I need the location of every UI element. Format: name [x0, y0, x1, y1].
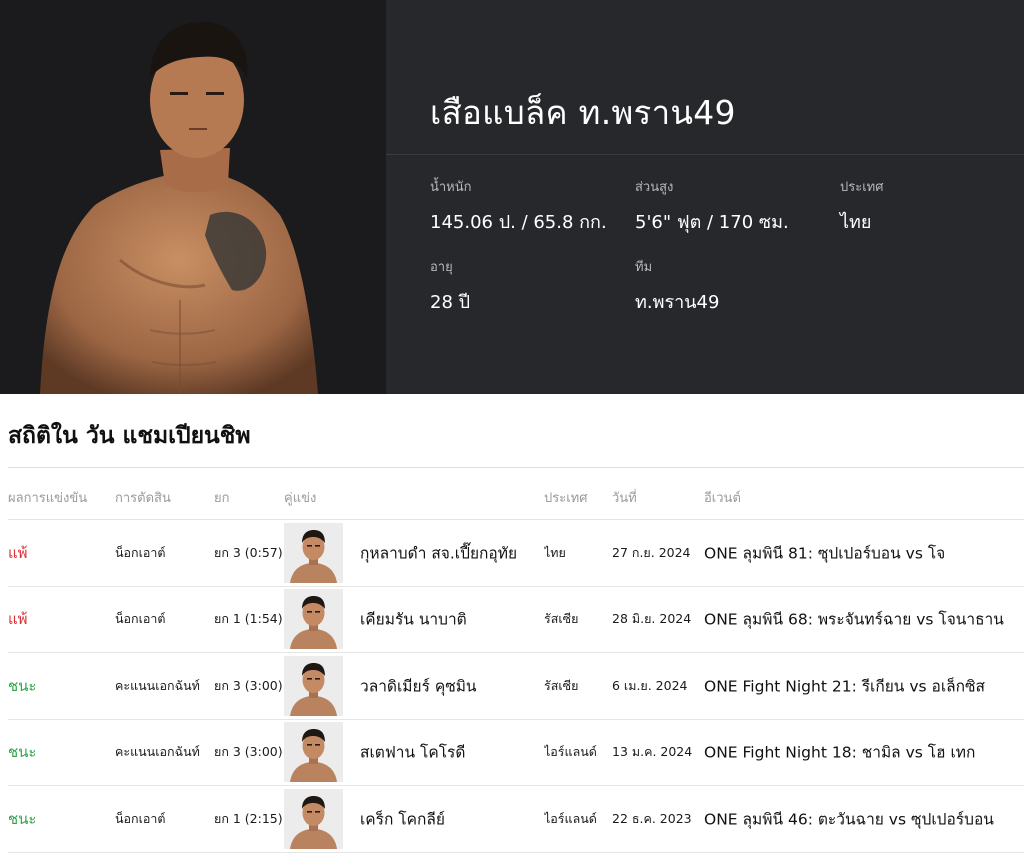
- country-cell: รัสเซีย: [544, 677, 579, 693]
- opponent-avatar-image: [284, 589, 343, 650]
- fight-record-table: ผลการแข่งขัน การตัดสิน ยก คู่แข่ง ประเทศ…: [8, 467, 1024, 853]
- country-cell: ไอร์แลนด์: [544, 744, 597, 760]
- date-cell: 28 มิ.ย. 2024: [612, 611, 692, 627]
- date-cell: 22 ธ.ค. 2023: [612, 810, 692, 826]
- table-row[interactable]: แพ้ น็อกเอาต์ ยก 1 (1:54) เคียมรัน นาบาต…: [8, 587, 1024, 653]
- table-header: ผลการแข่งขัน การตัดสิน ยก คู่แข่ง ประเทศ…: [8, 467, 1024, 520]
- table-body: แพ้ น็อกเอาต์ ยก 3 (0:57) กุหลาบดำ สจ.เป…: [8, 520, 1024, 853]
- opponent-avatar-image: [284, 788, 343, 849]
- round-cell: ยก 1 (2:15): [214, 810, 283, 826]
- opponent-name-link[interactable]: เคียมรัน นาบาติ: [360, 607, 538, 632]
- opponent-name-link[interactable]: วลาดิเมียร์ คุซมิน: [360, 673, 538, 698]
- stat-age-label: อายุ: [430, 260, 453, 275]
- method-cell: คะแนนเอกฉันท์: [115, 744, 200, 760]
- column-header-event: อีเวนต์: [704, 491, 741, 506]
- table-row[interactable]: ชนะ น็อกเอาต์ ยก 1 (2:15) เคร็ก โคกลีย์ …: [8, 786, 1024, 853]
- column-header-country: ประเทศ: [544, 491, 588, 506]
- stat-team-value[interactable]: ท.พราน49: [635, 287, 719, 316]
- stat-age-value: 28 ปี: [430, 292, 471, 313]
- opponent-name-link[interactable]: สเตฟาน โคโรดี: [360, 740, 538, 765]
- event-link[interactable]: ONE ลุมพินี 46: ตะวันฉาย vs ซุปเปอร์บอน: [704, 806, 1024, 831]
- date-cell: 27 ก.ย. 2024: [612, 544, 691, 560]
- stat-country-value: ไทย: [840, 212, 872, 233]
- stat-height-label: ส่วนสูง: [635, 180, 674, 195]
- opponent-name-link[interactable]: กุหลาบดำ สจ.เปี๊ยกอุทัย: [360, 540, 538, 565]
- opponent-avatar-image: [284, 722, 343, 783]
- event-link[interactable]: ONE ลุมพินี 81: ซุปเปอร์บอน vs โจ: [704, 540, 1024, 565]
- method-cell: น็อกเอาต์: [115, 544, 166, 560]
- stat-team: ทีม ท.พราน49: [635, 256, 719, 316]
- opponent-avatar[interactable]: [284, 788, 343, 849]
- opponent-avatar[interactable]: [284, 589, 343, 650]
- opponent-avatar-image: [284, 522, 343, 583]
- stat-country-label: ประเทศ: [840, 180, 884, 195]
- record-section-title: สถิติใน วัน แชมเปียนชิพ: [8, 423, 251, 449]
- date-cell: 13 ม.ค. 2024: [612, 744, 693, 760]
- country-cell: ไทย: [544, 544, 566, 560]
- stat-country: ประเทศ ไทย: [840, 176, 883, 236]
- divider: [386, 154, 1024, 155]
- event-link[interactable]: ONE Fight Night 18: ชามิล vs โฮ เทก: [704, 740, 1024, 765]
- result-cell: แพ้: [8, 610, 28, 629]
- opponent-avatar[interactable]: [284, 655, 343, 716]
- result-cell: ชนะ: [8, 743, 37, 762]
- fighter-photo: [0, 0, 386, 394]
- stat-weight-value: 145.06 ป. / 65.8 กก.: [430, 212, 607, 233]
- column-header-method: การตัดสิน: [115, 491, 171, 506]
- column-header-date: วันที่: [612, 491, 637, 506]
- round-cell: ยก 3 (0:57): [214, 544, 283, 560]
- stat-weight: น้ำหนัก 145.06 ป. / 65.8 กก.: [430, 176, 607, 236]
- column-header-round: ยก: [214, 491, 230, 506]
- table-row[interactable]: ชนะ คะแนนเอกฉันท์ ยก 3 (3:00) สเตฟาน โคโ…: [8, 720, 1024, 786]
- event-link[interactable]: ONE Fight Night 21: รีเกียน vs อเล็กซิส: [704, 673, 1024, 698]
- round-cell: ยก 3 (3:00): [214, 744, 283, 760]
- fighter-name: เสือแบล็ค ท.พราน49: [430, 93, 736, 132]
- column-header-opponent: คู่แข่ง: [284, 491, 317, 506]
- event-link[interactable]: ONE ลุมพินี 68: พระจันทร์ฉาย vs โจนาธาน: [704, 607, 1024, 632]
- table-row[interactable]: แพ้ น็อกเอาต์ ยก 3 (0:57) กุหลาบดำ สจ.เป…: [8, 520, 1024, 587]
- stat-age: อายุ 28 ปี: [430, 256, 470, 316]
- opponent-avatar-image: [284, 655, 343, 716]
- round-cell: ยก 1 (1:54): [214, 611, 283, 627]
- stat-team-label: ทีม: [635, 260, 653, 275]
- country-cell: รัสเซีย: [544, 611, 579, 627]
- stat-height: ส่วนสูง 5'6" ฟุต / 170 ซม.: [635, 176, 789, 236]
- fighter-portrait-image: [40, 21, 318, 394]
- result-cell: ชนะ: [8, 809, 37, 828]
- round-cell: ยก 3 (3:00): [214, 677, 283, 693]
- table-row[interactable]: ชนะ คะแนนเอกฉันท์ ยก 3 (3:00) วลาดิเมียร…: [8, 653, 1024, 720]
- opponent-avatar[interactable]: [284, 522, 343, 583]
- fighter-info-panel: เสือแบล็ค ท.พราน49 น้ำหนัก 145.06 ป. / 6…: [386, 0, 1024, 394]
- column-header-result: ผลการแข่งขัน: [8, 491, 88, 506]
- date-cell: 6 เม.ย. 2024: [612, 677, 688, 693]
- result-cell: แพ้: [8, 543, 28, 562]
- opponent-name-link[interactable]: เคร็ก โคกลีย์: [360, 806, 538, 831]
- method-cell: น็อกเอาต์: [115, 611, 166, 627]
- stat-height-value: 5'6" ฟุต / 170 ซม.: [635, 212, 789, 233]
- method-cell: คะแนนเอกฉันท์: [115, 677, 200, 693]
- method-cell: น็อกเอาต์: [115, 810, 166, 826]
- fighter-hero: เสือแบล็ค ท.พราน49 น้ำหนัก 145.06 ป. / 6…: [0, 0, 1024, 394]
- country-cell: ไอร์แลนด์: [544, 810, 597, 826]
- result-cell: ชนะ: [8, 676, 37, 695]
- stat-weight-label: น้ำหนัก: [430, 180, 472, 195]
- opponent-avatar[interactable]: [284, 722, 343, 783]
